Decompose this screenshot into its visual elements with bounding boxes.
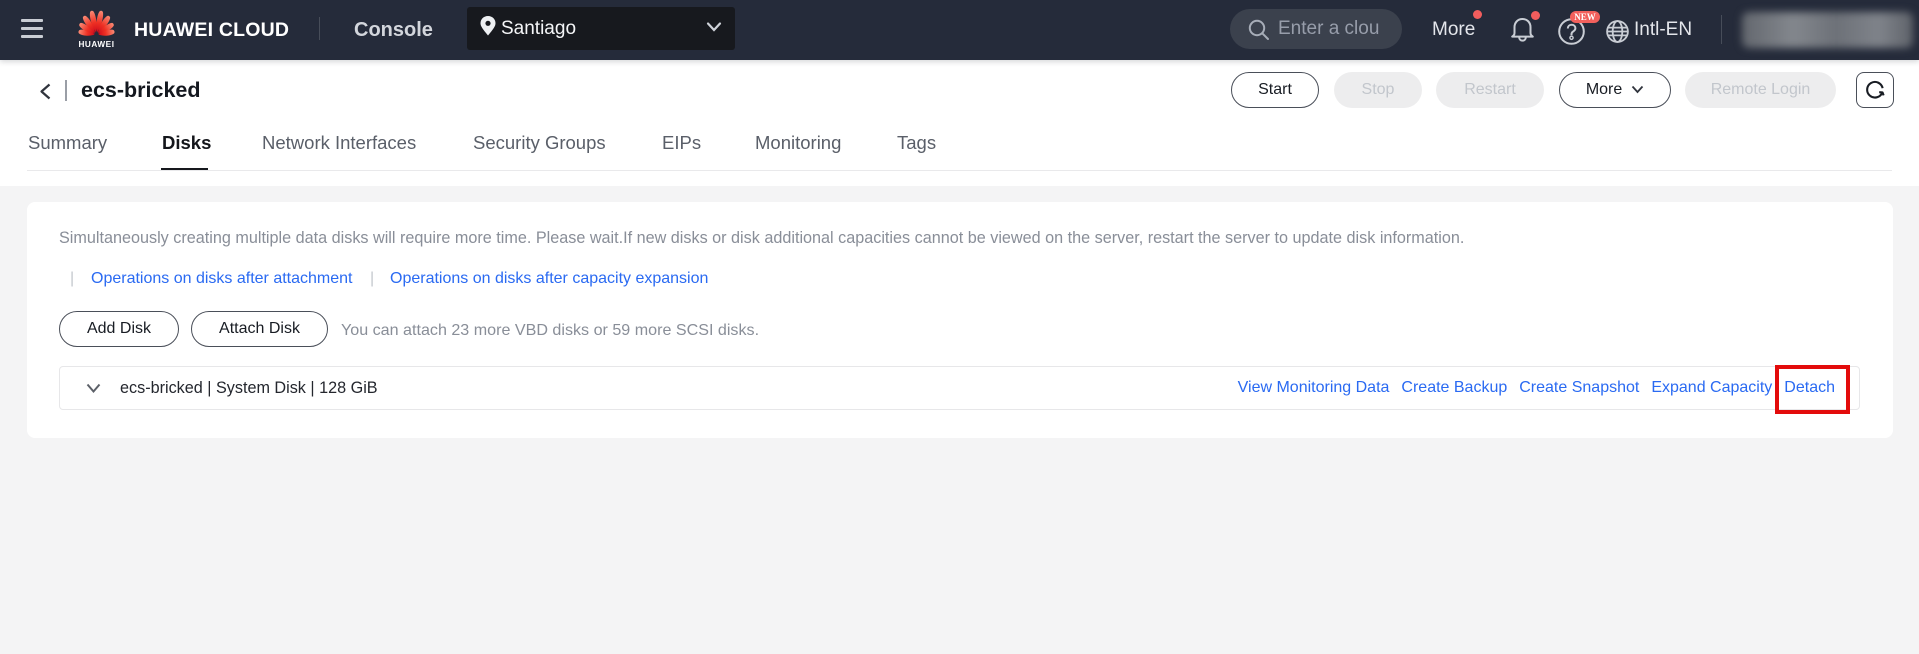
svg-text:HUAWEI: HUAWEI [78, 40, 114, 49]
